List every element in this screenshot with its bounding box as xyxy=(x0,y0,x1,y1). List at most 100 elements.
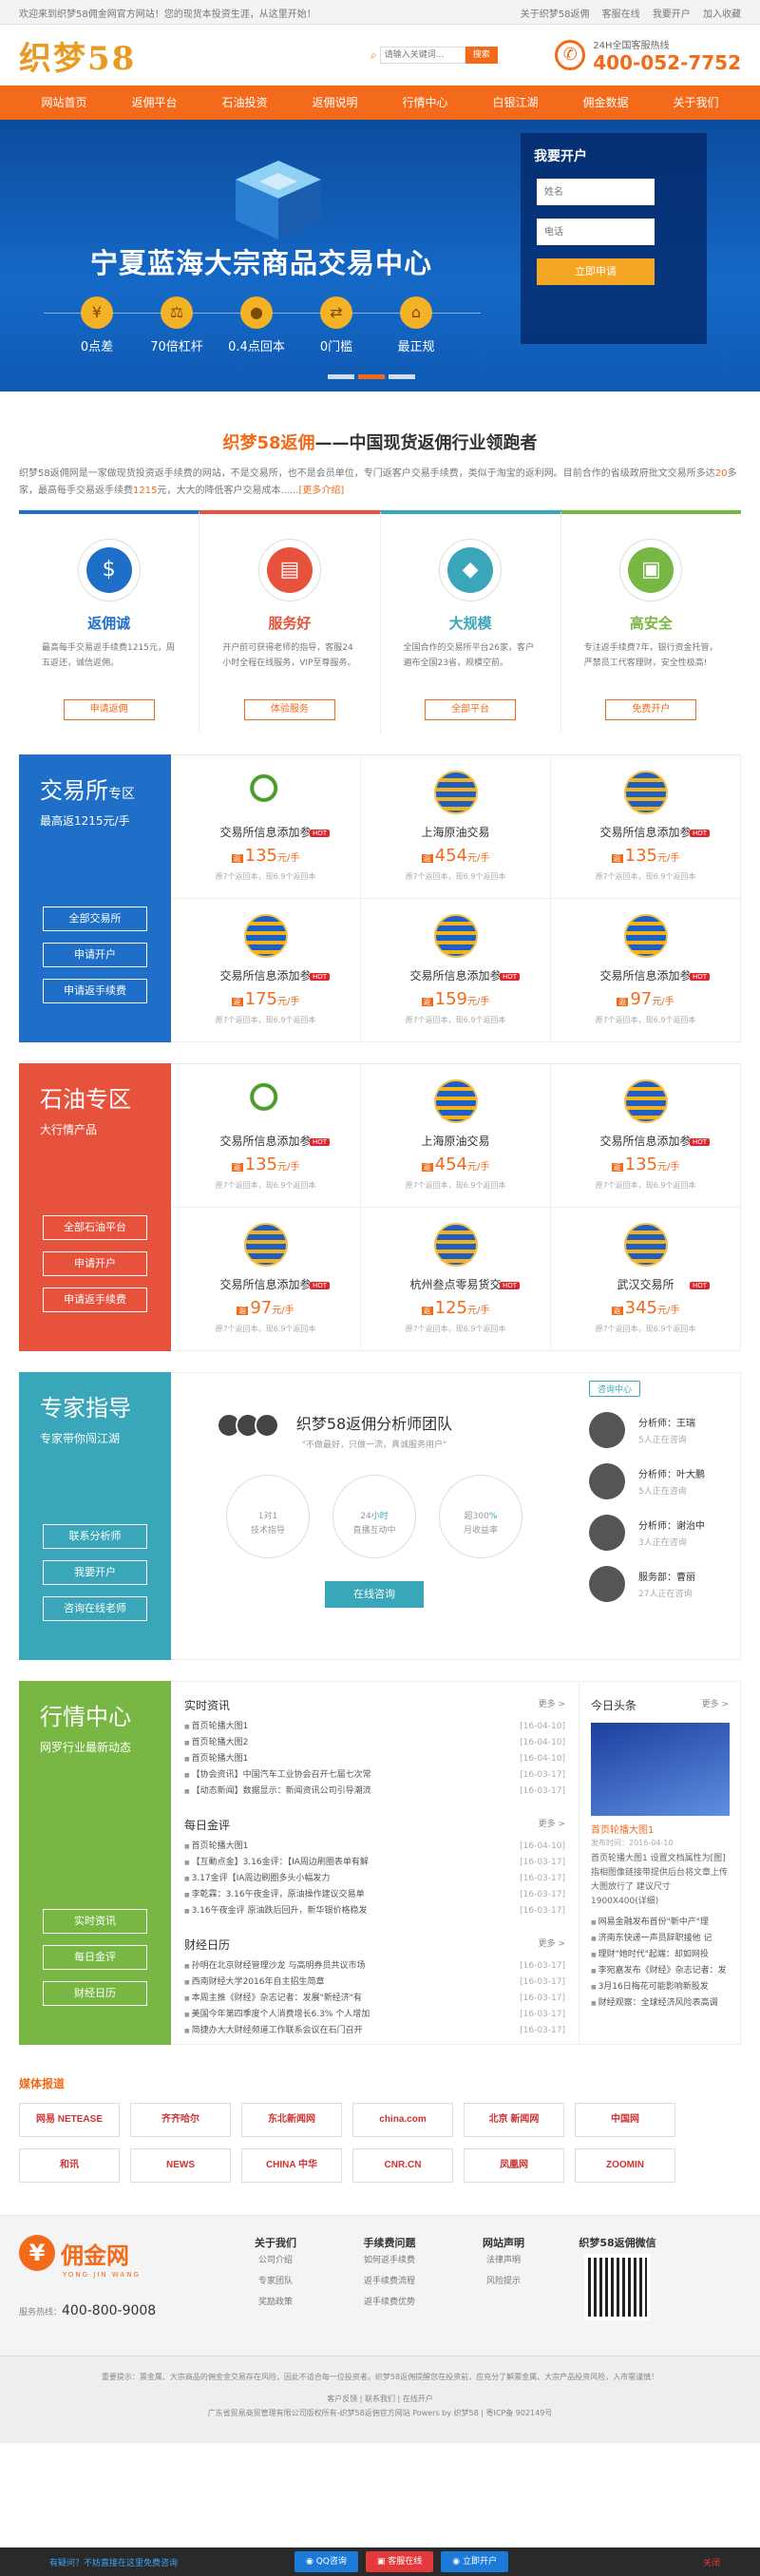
news-item[interactable]: 首页轮播大图2 [16-04-10] xyxy=(184,1735,565,1751)
apply-button[interactable]: 立即申请 xyxy=(537,258,655,285)
headline-image[interactable] xyxy=(591,1723,730,1816)
bottom-links[interactable]: 客户反馈 | 联系我们 | 在线开户 xyxy=(0,2392,760,2406)
news-item[interactable]: 李乾霖：3.16午夜金评，原油操作建议交易单 [16-03-17] xyxy=(184,1887,565,1903)
news-item[interactable]: 本周主推《财经》杂志记者：发展"新经济"有 [16-03-17] xyxy=(184,1991,565,2007)
media-logo[interactable]: CHINA 中华 xyxy=(241,2148,342,2183)
news-item[interactable]: 3.16午夜金评 原油跌后回升，新华银价格稳发 [16-03-17] xyxy=(184,1903,565,1919)
platform-card[interactable]: 上海原油交易 返 454元/手 原7个返回本，现6.9个返回本 xyxy=(361,1064,551,1208)
nav-market[interactable]: 行情中心 xyxy=(380,86,470,120)
top-link-about[interactable]: 关于织梦58返佣 xyxy=(521,10,590,20)
zone-button[interactable]: 申请返手续费 xyxy=(43,1288,147,1312)
nav-about[interactable]: 关于我们 xyxy=(651,86,741,120)
media-logo[interactable]: CNR.CN xyxy=(352,2148,453,2183)
footer-link[interactable]: 专家团队 xyxy=(218,2271,332,2292)
platform-card[interactable]: 交易所信息添加参 HOT 返 97元/手 原7个返回本，现6.9个返回本 xyxy=(171,1208,361,1351)
media-logo[interactable]: china.com xyxy=(352,2103,453,2137)
media-logo[interactable]: 北京 新闻网 xyxy=(464,2103,564,2137)
analyst-item[interactable]: 服务部：曹丽 27人正在咨询 xyxy=(589,1566,729,1602)
top-link-open-account[interactable]: 我要开户 xyxy=(653,10,691,20)
nav-data[interactable]: 佣金数据 xyxy=(560,86,651,120)
media-logo[interactable]: 齐齐哈尔 xyxy=(130,2103,231,2137)
close-bar-button[interactable]: 关闭 xyxy=(703,2556,720,2568)
news-item[interactable]: 美国今年第四季度个人消费增长6.3% 个人增加 [16-03-17] xyxy=(184,2007,565,2023)
platform-card[interactable]: 交易所信息添加参 HOT 返 175元/手 原7个返回本，现6.9个返回本 xyxy=(171,899,361,1042)
platform-card[interactable]: 交易所信息添加参 HOT 返 159元/手 原7个返回本，现6.9个返回本 xyxy=(361,899,551,1042)
footer-link[interactable]: 风险提示 xyxy=(446,2271,560,2292)
media-logo[interactable]: 凤凰网 xyxy=(464,2148,564,2183)
carousel-dot[interactable] xyxy=(389,374,415,379)
top-link-favorite[interactable]: 加入收藏 xyxy=(703,10,741,20)
open-account-button[interactable]: 我要开户 xyxy=(43,1560,147,1585)
headline-article-title[interactable]: 首页轮播大图1 xyxy=(591,1822,729,1836)
news-item[interactable]: 孙明在北京财经管理沙龙 与高明券员共议市场 [16-03-17] xyxy=(184,1958,565,1975)
zone-button[interactable]: 申请开户 xyxy=(43,1251,147,1276)
zone-button[interactable]: 全部石油平台 xyxy=(43,1215,147,1240)
headline-item[interactable]: 济南东快递一声员辞职接他 记 xyxy=(591,1931,729,1947)
analyst-item[interactable]: 分析师：王瑞 5人正在咨询 xyxy=(589,1412,729,1448)
headline-item[interactable]: 理财"她时代"起端：却如网投 xyxy=(591,1947,729,1963)
more-link[interactable]: 更多 > xyxy=(539,1817,565,1833)
phone-input[interactable] xyxy=(537,219,655,245)
footer-link[interactable]: 返手续费流程 xyxy=(332,2271,446,2292)
nav-oil[interactable]: 石油投资 xyxy=(200,86,290,120)
platform-card[interactable]: 武汉交易所 HOT 返 345元/手 原7个返回本，现6.9个返回本 xyxy=(551,1208,741,1351)
media-logo[interactable]: 和讯 xyxy=(19,2148,120,2183)
platform-card[interactable]: 上海原油交易 返 454元/手 原7个返回本，现6.9个返回本 xyxy=(361,755,551,899)
feature-button[interactable]: 体验服务 xyxy=(243,699,335,720)
open-now-button[interactable]: ◉ 立即开户 xyxy=(441,2551,509,2572)
feature-button[interactable]: 全部平台 xyxy=(425,699,517,720)
name-input[interactable] xyxy=(537,179,655,205)
nav-silver[interactable]: 白银江湖 xyxy=(470,86,560,120)
consult-center-tab[interactable]: 咨询中心 xyxy=(589,1381,641,1397)
site-logo[interactable]: 织梦58 xyxy=(19,32,332,79)
media-logo[interactable]: 中国网 xyxy=(575,2103,675,2137)
footer-link[interactable]: 奖励政策 xyxy=(218,2292,332,2313)
nav-home[interactable]: 网站首页 xyxy=(19,86,109,120)
media-logo[interactable]: 东北新闻网 xyxy=(241,2103,342,2137)
online-consult-button[interactable]: 在线咨询 xyxy=(325,1581,424,1608)
news-item[interactable]: 【互動点金】3.16金评：【IA周边刷圈表单有解 [16-03-17] xyxy=(184,1855,565,1871)
platform-card[interactable]: 交易所信息添加参 HOT 返 135元/手 原7个返回本，现6.9个返回本 xyxy=(171,1064,361,1208)
daily-review-button[interactable]: 每日金评 xyxy=(43,1945,147,1970)
more-link[interactable]: 更多 > xyxy=(539,1697,565,1713)
consult-teacher-button[interactable]: 咨询在线老师 xyxy=(43,1596,147,1621)
platform-card[interactable]: 交易所信息添加参 HOT 返 135元/手 原7个返回本，现6.9个返回本 xyxy=(551,755,741,899)
news-item[interactable]: 【协会资讯】中国汽车工业协会召开七届七次常 [16-03-17] xyxy=(184,1767,565,1784)
calendar-button[interactable]: 财经日历 xyxy=(43,1981,147,2006)
nav-rebate-info[interactable]: 返佣说明 xyxy=(290,86,380,120)
news-item[interactable]: 简捷办大大财经频道工作联系会议在石门召开 [16-03-17] xyxy=(184,2023,565,2039)
headline-item[interactable]: 财经观察：全球经济风险表高调 xyxy=(591,1995,729,2012)
zone-button[interactable]: 申请返手续费 xyxy=(43,979,147,1003)
platform-card[interactable]: 交易所信息添加参 HOT 返 135元/手 原7个返回本，现6.9个返回本 xyxy=(551,1064,741,1208)
search-input[interactable] xyxy=(379,47,466,64)
footer-link[interactable]: 公司介绍 xyxy=(218,2250,332,2271)
analyst-item[interactable]: 分析师：谢治中 3人正在咨询 xyxy=(589,1515,729,1551)
qq-consult-button[interactable]: ◉ QQ咨询 xyxy=(294,2551,358,2572)
search-button[interactable]: 搜索 xyxy=(465,47,498,64)
footer-link[interactable]: 返手续费优势 xyxy=(332,2292,446,2313)
nav-platforms[interactable]: 返佣平台 xyxy=(109,86,200,120)
news-item[interactable]: 首页轮播大图1 [16-04-10] xyxy=(184,1839,565,1855)
zone-button[interactable]: 申请开户 xyxy=(43,943,147,967)
realtime-news-button[interactable]: 实时资讯 xyxy=(43,1909,147,1934)
carousel-dot-active[interactable] xyxy=(358,374,385,379)
feature-button[interactable]: 申请返佣 xyxy=(63,699,155,720)
headline-item[interactable]: 李宛嘉发布《财经》杂志记者：发 xyxy=(591,1963,729,1979)
footer-link[interactable]: 如何返手续费 xyxy=(332,2250,446,2271)
contact-analyst-button[interactable]: 联系分析师 xyxy=(43,1524,147,1549)
news-item[interactable]: 【动态新闻】数据显示：新闻资讯公司引导潮流 [16-03-17] xyxy=(184,1784,565,1800)
platform-card[interactable]: 交易所信息添加参 HOT 返 135元/手 原7个返回本，现6.9个返回本 xyxy=(171,755,361,899)
more-intro-link[interactable]: [更多介绍] xyxy=(299,486,345,496)
news-item[interactable]: 首页轮播大图1 [16-04-10] xyxy=(184,1719,565,1735)
top-link-service[interactable]: 客服在线 xyxy=(602,10,640,20)
feature-button[interactable]: 免费开户 xyxy=(605,699,697,720)
zone-button[interactable]: 全部交易所 xyxy=(43,906,147,931)
news-item[interactable]: 首页轮播大图1 [16-04-10] xyxy=(184,1751,565,1767)
more-link[interactable]: 更多 > xyxy=(702,1697,729,1713)
service-online-button[interactable]: ▣ 客服在线 xyxy=(365,2551,434,2572)
footer-link[interactable]: 法律声明 xyxy=(446,2250,560,2271)
news-item[interactable]: 3.17金评【IA周边刷圈多头小幅发力 [16-03-17] xyxy=(184,1871,565,1887)
analyst-item[interactable]: 分析师：叶大鹏 5人正在咨询 xyxy=(589,1463,729,1499)
headline-item[interactable]: 网易金融发布首份"新中产"理 xyxy=(591,1915,729,1931)
platform-card[interactable]: 杭州叁点零易货交 HOT 返 125元/手 原7个返回本，现6.9个返回本 xyxy=(361,1208,551,1351)
